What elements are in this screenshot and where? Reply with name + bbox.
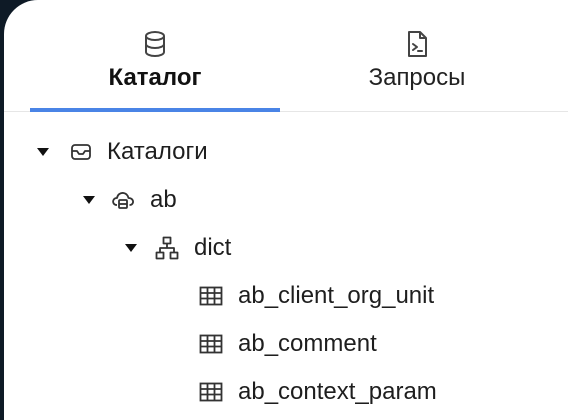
tab-queries-label: Запросы [368,64,466,91]
inbox-icon [68,139,94,165]
cloud-server-icon [110,187,136,213]
catalog-panel: Каталог Запросы Каталоги ab dict ab_clie… [4,0,568,420]
active-tab-indicator [30,108,280,112]
tree-node-label: Каталоги [107,138,208,165]
tree-node-catalogs[interactable]: Каталоги [4,132,568,172]
tree-node-ab[interactable]: ab [4,180,568,220]
query-file-icon [403,29,431,59]
tab-queries[interactable]: Запросы [292,0,542,111]
chevron-down-icon[interactable] [36,146,50,158]
hierarchy-icon [154,235,180,261]
table-icon [198,331,224,357]
table-item[interactable]: ab_context_param [4,372,568,412]
table-item[interactable]: ab_client_org_unit [4,276,568,316]
tab-catalog[interactable]: Каталог [30,0,280,112]
table-icon [198,379,224,405]
tree-node-dict[interactable]: dict [4,228,568,268]
tree-node-label: ab [150,186,177,213]
tree-node-label: ab_client_org_unit [238,282,435,309]
tree-node-label: ab_context_param [238,378,437,405]
tab-bar: Каталог Запросы [4,0,568,112]
table-item[interactable]: ab_comment [4,324,568,364]
tab-catalog-label: Каталог [108,64,202,91]
tree-node-label: dict [194,234,232,261]
table-icon [198,283,224,309]
chevron-down-icon[interactable] [82,194,96,206]
chevron-down-icon[interactable] [124,242,138,254]
database-icon [141,29,169,59]
tree-node-label: ab_comment [238,330,377,357]
